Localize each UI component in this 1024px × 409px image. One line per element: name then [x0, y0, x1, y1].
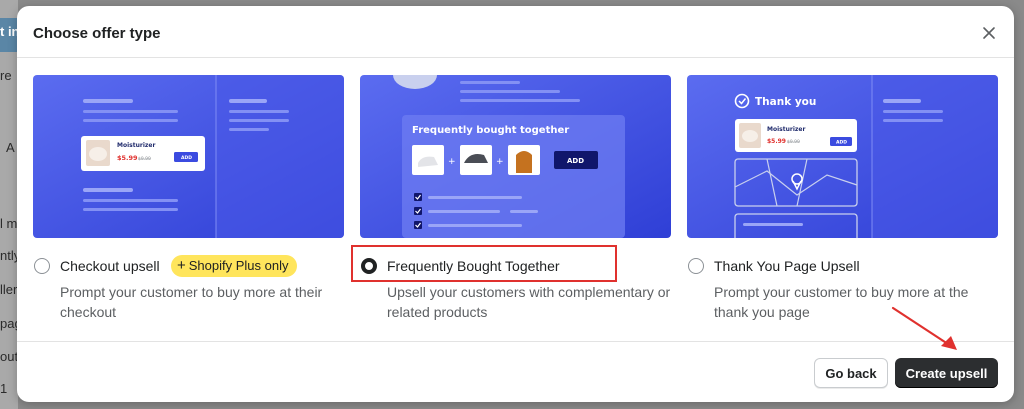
create-upsell-button[interactable]: Create upsell [895, 358, 998, 388]
background-text: 1 [0, 381, 8, 396]
background-text: re [0, 68, 12, 83]
thank-you-illustration[interactable]: Thank you Moisturizer $5.99 $9.99 ADD [687, 75, 998, 238]
modal-header: Choose offer type [17, 6, 1014, 58]
product-old-price: $9.99 [787, 139, 800, 145]
add-label: ADD [181, 155, 192, 161]
thank-you-heading: Thank you [755, 96, 816, 108]
background-text: out [0, 349, 18, 364]
product-name: Moisturizer [767, 126, 805, 133]
offer-type-modal: Choose offer type Moisturizer $5.99 $9.9… [17, 6, 1014, 402]
product-old-price: $9.99 [138, 156, 151, 162]
close-icon [983, 27, 995, 39]
checkout-upsell-illustration[interactable]: Moisturizer $5.99 $9.99 ADD [33, 75, 344, 238]
checkout-upsell-radio[interactable] [34, 258, 50, 274]
modal-title: Choose offer type [33, 25, 161, 42]
plus-icon: + [177, 257, 186, 274]
badge-label: Shopify Plus only [188, 258, 289, 273]
fbt-illustration[interactable]: Frequently bought together + + ADD [360, 75, 671, 238]
option-description: Upsell your customers with complementary… [387, 284, 671, 320]
background-text: l m [0, 216, 18, 231]
modal-footer: Go back Create upsell [17, 341, 1014, 402]
background-text: ntly [0, 248, 18, 263]
background-text: t in [0, 24, 18, 39]
option-description: Prompt your customer to buy more at thei… [60, 284, 323, 320]
add-label: ADD [836, 140, 847, 146]
close-button[interactable] [978, 22, 1000, 44]
add-label: ADD [567, 157, 584, 165]
product-price: $5.99 [117, 154, 138, 162]
option-title: Thank You Page Upsell [714, 258, 860, 274]
plus-sign: + [496, 157, 504, 167]
background-text: pag [0, 316, 18, 331]
background-text: ller [0, 282, 18, 297]
go-back-button[interactable]: Go back [814, 358, 888, 388]
annotation-arrow-icon [891, 306, 957, 350]
plus-sign: + [448, 157, 456, 167]
shopify-plus-badge: + Shopify Plus only [171, 255, 297, 277]
option-title: Checkout upsell [60, 258, 160, 274]
fbt-heading: Frequently bought together [412, 125, 569, 136]
annotation-highlight-box [351, 245, 617, 282]
thank-you-radio[interactable] [688, 258, 704, 274]
background-page [0, 0, 18, 409]
product-price: $5.99 [767, 138, 786, 145]
product-name: Moisturizer [117, 142, 155, 149]
